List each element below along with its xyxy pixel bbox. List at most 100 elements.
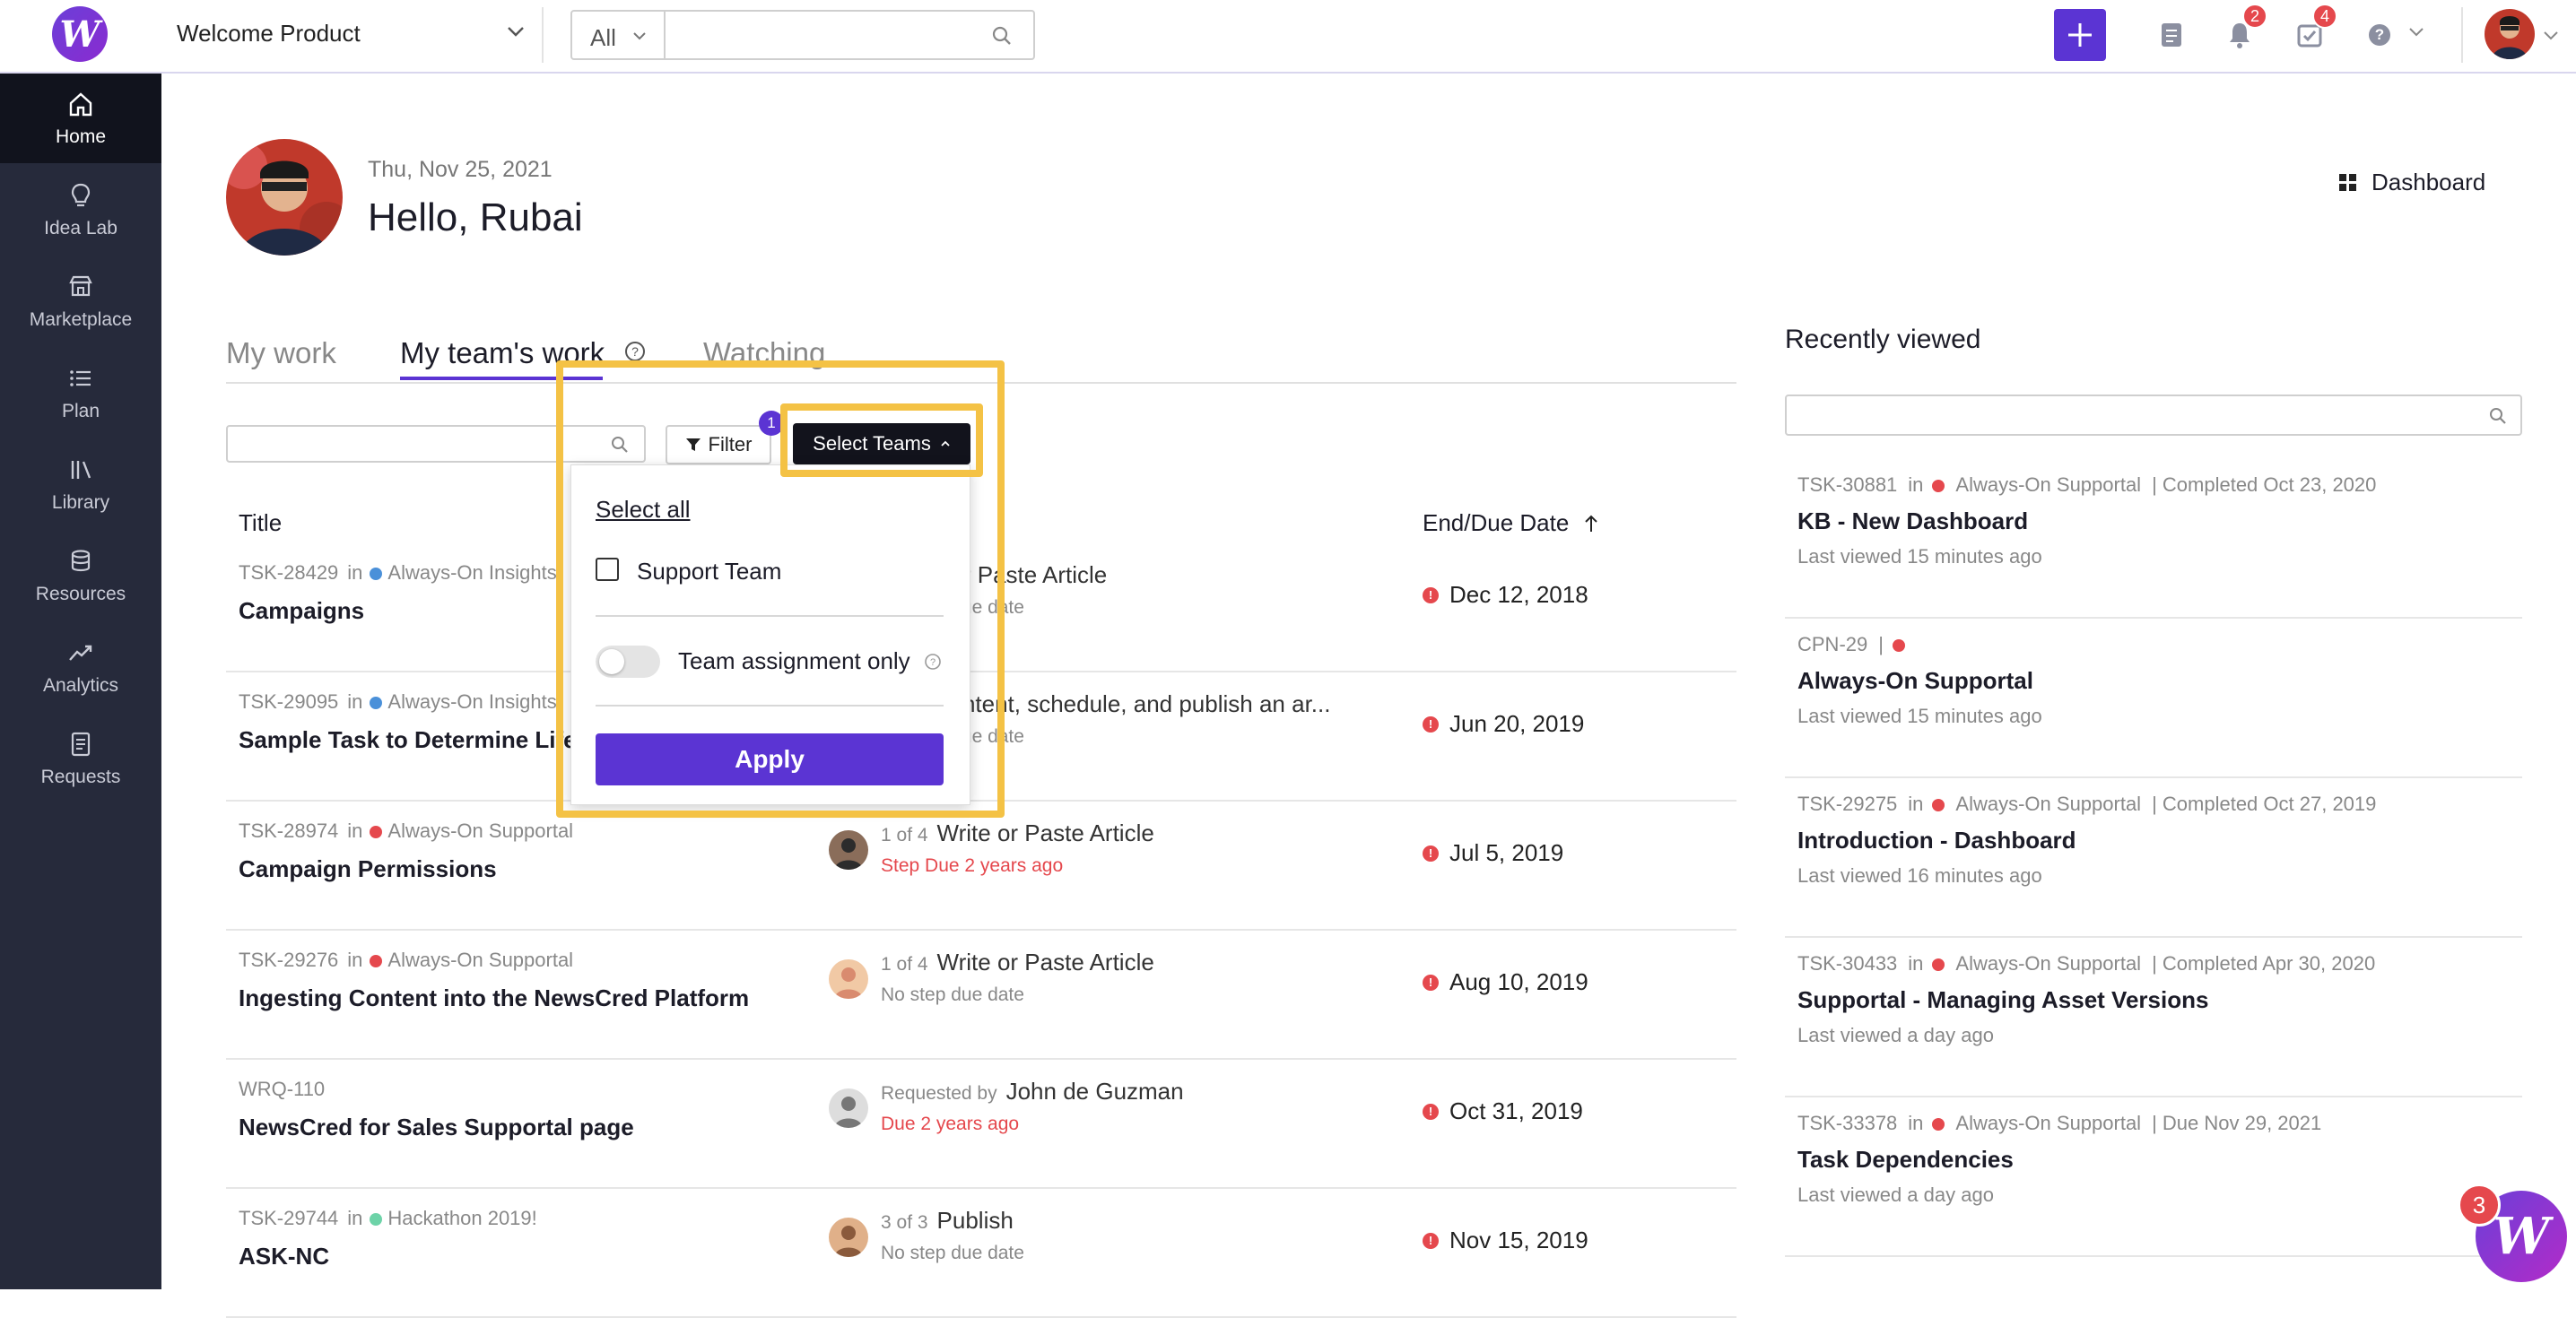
sidebar-item-label: Marketplace bbox=[29, 309, 133, 330]
meta-in: in bbox=[347, 819, 363, 842]
sidebar-item-label: Resources bbox=[35, 584, 126, 604]
item-meta: CPN-29 | bbox=[1797, 633, 1910, 656]
last-viewed-text: Last viewed 15 minutes ago bbox=[1797, 705, 2042, 727]
task-id: TSK-29744 bbox=[239, 1207, 339, 1229]
step-due-text: No step due date bbox=[881, 984, 1024, 1005]
sidebar-item-idea-lab[interactable]: Idea Lab bbox=[0, 165, 161, 255]
table-row[interactable]: TSK-28974 in Always-On Supportal Campaign P… bbox=[226, 802, 1736, 931]
step-count: Requested by bbox=[881, 1083, 997, 1104]
item-status: | Completed Oct 27, 2019 bbox=[2152, 793, 2377, 815]
trend-icon bbox=[65, 637, 96, 668]
item-title[interactable]: Introduction - Dashboard bbox=[1797, 827, 2076, 854]
recently-viewed-item[interactable]: TSK-29275 in Always-On Supportal | Complete… bbox=[1785, 778, 2522, 938]
item-id: TSK-30433 bbox=[1797, 952, 1898, 975]
due-date: ! Jul 5, 2019 bbox=[1423, 839, 1563, 867]
chevron-down-icon[interactable] bbox=[2407, 25, 2425, 39]
table-row[interactable]: TSK-29276 in Always-On Supportal Ingesting … bbox=[226, 931, 1736, 1060]
sidebar-item-marketplace[interactable]: Marketplace bbox=[0, 256, 161, 346]
create-new-button[interactable] bbox=[2054, 9, 2106, 61]
overdue-warning-icon: ! bbox=[1423, 586, 1439, 603]
table-row[interactable]: TSK-29744 in Hackathon 2019! ASK-NC 3 of 3 Pu… bbox=[226, 1189, 1736, 1318]
search-scope-select[interactable]: All bbox=[570, 10, 666, 60]
meta-in: in bbox=[347, 949, 363, 971]
sidebar-item-home[interactable]: Home bbox=[0, 74, 161, 163]
sidebar-item-label: Plan bbox=[61, 401, 100, 421]
step-line: 3 of 3 Publish bbox=[881, 1207, 1014, 1235]
help-glyph: ? bbox=[2369, 24, 2390, 46]
column-header-title[interactable]: Title bbox=[239, 509, 282, 537]
sidebar-item-analytics[interactable]: Analytics bbox=[0, 622, 161, 712]
item-title[interactable]: Task Dependencies bbox=[1797, 1146, 2014, 1174]
search-scope-label: All bbox=[590, 24, 616, 51]
recently-viewed-item[interactable]: TSK-30433 in Always-On Supportal | Complete… bbox=[1785, 938, 2522, 1097]
tab-my-work[interactable]: My work bbox=[226, 336, 336, 370]
task-title[interactable]: Campaigns bbox=[239, 597, 364, 625]
team-name: Always-On Supportal bbox=[1955, 473, 2142, 496]
app-logo[interactable]: W bbox=[52, 6, 108, 62]
table-row[interactable]: WRQ-110 NewsCred for Sales Supportal page… bbox=[226, 1060, 1736, 1189]
step-count: 1 of 4 bbox=[881, 825, 928, 845]
user-avatar[interactable] bbox=[2485, 9, 2535, 59]
chevron-down-icon[interactable] bbox=[504, 20, 527, 43]
team-name[interactable]: Always-On Insights bbox=[387, 690, 556, 713]
recently-viewed-item[interactable]: TSK-30881 in Always-On Supportal | Complete… bbox=[1785, 459, 2522, 619]
task-title[interactable]: Campaign Permissions bbox=[239, 855, 497, 883]
team-name[interactable]: Always-On Insights bbox=[387, 561, 556, 584]
chevron-down-icon[interactable] bbox=[2542, 29, 2560, 43]
overdue-warning-icon: ! bbox=[1423, 715, 1439, 733]
sidebar-item-requests[interactable]: Requests bbox=[0, 714, 161, 803]
team-name[interactable]: Hackathon 2019! bbox=[387, 1207, 536, 1229]
meta-in: | bbox=[1878, 633, 1884, 655]
team-name[interactable]: Always-On Supportal bbox=[387, 949, 573, 971]
overdue-warning-icon: ! bbox=[1423, 974, 1439, 991]
document-icon bbox=[65, 729, 96, 759]
task-title[interactable]: ASK-NC bbox=[239, 1243, 329, 1270]
item-title[interactable]: KB - New Dashboard bbox=[1797, 507, 2028, 535]
step-line: Requested by John de Guzman bbox=[881, 1078, 1184, 1106]
team-color-dot bbox=[370, 826, 383, 838]
column-header-label: End/Due Date bbox=[1423, 509, 1570, 536]
item-meta: TSK-33378 in Always-On Supportal | Due Nov … bbox=[1797, 1112, 2321, 1135]
assignee-avatar bbox=[829, 830, 868, 870]
overdue-warning-icon: ! bbox=[1423, 1232, 1439, 1249]
item-meta: TSK-30881 in Always-On Supportal | Complete… bbox=[1797, 473, 2376, 497]
meta-in: in bbox=[347, 1207, 363, 1229]
due-date: ! Aug 10, 2019 bbox=[1423, 968, 1588, 996]
due-date-text: Dec 12, 2018 bbox=[1449, 581, 1588, 608]
meta-in: in bbox=[347, 561, 363, 584]
sidebar-item-plan[interactable]: Plan bbox=[0, 348, 161, 438]
recently-viewed-item[interactable]: TSK-33378 in Always-On Supportal | Due Nov … bbox=[1785, 1097, 2522, 1257]
step-name: Write or Paste Article bbox=[936, 819, 1154, 846]
item-title[interactable]: Always-On Supportal bbox=[1797, 667, 2033, 695]
assignee-avatar bbox=[829, 1088, 868, 1128]
plus-icon bbox=[2068, 23, 2092, 47]
profile-avatar bbox=[226, 139, 343, 256]
library-icon bbox=[65, 455, 96, 485]
notes-icon[interactable] bbox=[2154, 18, 2189, 52]
product-selector-label[interactable]: Welcome Product bbox=[177, 20, 361, 48]
item-title[interactable]: Supportal - Managing Asset Versions bbox=[1797, 986, 2208, 1014]
item-id: TSK-30881 bbox=[1797, 473, 1898, 496]
team-color-dot bbox=[370, 568, 383, 580]
recently-viewed-item[interactable]: CPN-29 | Always-On Supportal Last viewed 15… bbox=[1785, 619, 2522, 778]
sidebar-item-resources[interactable]: Resources bbox=[0, 531, 161, 620]
help-circle-icon[interactable]: ? bbox=[624, 341, 646, 362]
team-color-dot bbox=[370, 955, 383, 967]
top-bar: W Welcome Product All 2 4 ? bbox=[0, 0, 2576, 74]
task-id: TSK-28974 bbox=[239, 819, 339, 842]
help-icon[interactable]: ? bbox=[2363, 18, 2397, 52]
task-title[interactable]: Ingesting Content into the NewsCred Plat… bbox=[239, 984, 749, 1012]
column-header-due-date[interactable]: End/Due Date bbox=[1423, 509, 1599, 537]
item-status: | Completed Oct 23, 2020 bbox=[2152, 473, 2377, 496]
dashboard-link-label: Dashboard bbox=[2371, 169, 2486, 195]
recently-viewed-title: Recently viewed bbox=[1785, 325, 1981, 354]
task-title[interactable]: NewsCred for Sales Supportal page bbox=[239, 1114, 634, 1141]
search-icon[interactable] bbox=[990, 24, 1014, 48]
global-search-input[interactable] bbox=[664, 10, 1035, 60]
sidebar: Home Idea Lab Marketplace Plan Library R… bbox=[0, 74, 161, 1289]
dashboard-link[interactable]: Dashboard bbox=[2339, 169, 2485, 196]
team-name[interactable]: Always-On Supportal bbox=[387, 819, 573, 842]
search-icon[interactable] bbox=[2488, 406, 2508, 426]
sidebar-item-library[interactable]: Library bbox=[0, 439, 161, 529]
recently-viewed-search-input[interactable] bbox=[1785, 395, 2522, 436]
